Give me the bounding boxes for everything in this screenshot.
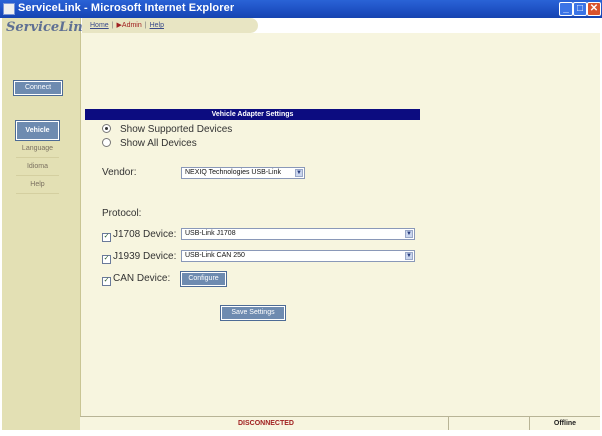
radio-show-supported[interactable] bbox=[102, 124, 111, 133]
window-bottom-border bbox=[0, 430, 602, 436]
status-bar: DISCONNECTED Offline bbox=[80, 416, 600, 431]
sidebar-item-idioma[interactable]: Idioma bbox=[16, 158, 59, 176]
save-settings-button[interactable]: Save Settings bbox=[220, 305, 286, 321]
can-checkbox[interactable]: ✓ bbox=[102, 277, 111, 286]
configure-button[interactable]: Configure bbox=[180, 271, 227, 287]
top-nav: Home | ▶Admin | Help bbox=[90, 22, 164, 29]
connection-status: DISCONNECTED bbox=[84, 417, 449, 431]
nav-admin-label: Admin bbox=[121, 22, 142, 29]
radio-show-all-label: Show All Devices bbox=[120, 138, 197, 149]
servicelink-logo: ServiceLink bbox=[6, 20, 92, 35]
can-row: ✓ CAN Device: bbox=[102, 273, 170, 286]
sidebar-nav: Vehicle Language Idioma Help bbox=[15, 120, 60, 194]
chevron-down-icon: ▼ bbox=[295, 169, 303, 177]
close-button[interactable]: ✕ bbox=[587, 2, 601, 16]
window-titlebar: ServiceLink - Microsoft Internet Explore… bbox=[0, 0, 602, 18]
radio-show-all-row[interactable]: Show All Devices bbox=[102, 138, 197, 149]
window-title: ServiceLink - Microsoft Internet Explore… bbox=[18, 2, 235, 14]
browser-icon bbox=[3, 3, 15, 15]
sidebar-item-vehicle[interactable]: Vehicle bbox=[15, 120, 60, 141]
j1939-checkbox[interactable]: ✓ bbox=[102, 255, 111, 264]
j1708-select-value: USB-Link J1708 bbox=[185, 230, 236, 237]
j1708-label: J1708 Device: bbox=[113, 229, 177, 240]
vendor-select-value: NEXIQ Technologies USB-Link bbox=[185, 169, 281, 176]
j1708-select[interactable]: USB-Link J1708 ▼ bbox=[181, 228, 415, 240]
j1708-checkbox[interactable]: ✓ bbox=[102, 233, 111, 242]
j1939-select-value: USB-Link CAN 250 bbox=[185, 252, 245, 259]
minimize-button[interactable]: _ bbox=[559, 2, 573, 16]
radio-show-all[interactable] bbox=[102, 138, 111, 147]
nav-home-link[interactable]: Home bbox=[90, 22, 109, 29]
nav-help-link[interactable]: Help bbox=[150, 22, 164, 29]
vendor-select[interactable]: NEXIQ Technologies USB-Link ▼ bbox=[181, 167, 305, 179]
can-label: CAN Device: bbox=[113, 273, 171, 284]
maximize-button[interactable]: □ bbox=[573, 2, 587, 16]
chevron-down-icon: ▼ bbox=[405, 252, 413, 260]
sidebar-item-help[interactable]: Help bbox=[16, 176, 59, 194]
protocol-label: Protocol: bbox=[102, 208, 142, 219]
j1708-row: ✓ J1708 Device: bbox=[102, 229, 176, 242]
radio-show-supported-row[interactable]: Show Supported Devices bbox=[102, 124, 232, 135]
nav-admin-link[interactable]: ▶Admin bbox=[117, 22, 142, 29]
j1939-row: ✓ J1939 Device: bbox=[102, 251, 176, 264]
connect-button[interactable]: Connect bbox=[13, 80, 63, 96]
chevron-down-icon: ▼ bbox=[405, 230, 413, 238]
content-area bbox=[80, 33, 600, 418]
j1939-select[interactable]: USB-Link CAN 250 ▼ bbox=[181, 250, 415, 262]
j1939-label: J1939 Device: bbox=[113, 251, 177, 262]
mode-status: Offline bbox=[553, 420, 577, 427]
panel-title: Vehicle Adapter Settings bbox=[85, 109, 420, 120]
status-spacer bbox=[449, 417, 530, 431]
vendor-label: Vendor: bbox=[102, 167, 137, 178]
sidebar-item-language[interactable]: Language bbox=[16, 140, 59, 158]
radio-show-supported-label: Show Supported Devices bbox=[120, 124, 233, 135]
